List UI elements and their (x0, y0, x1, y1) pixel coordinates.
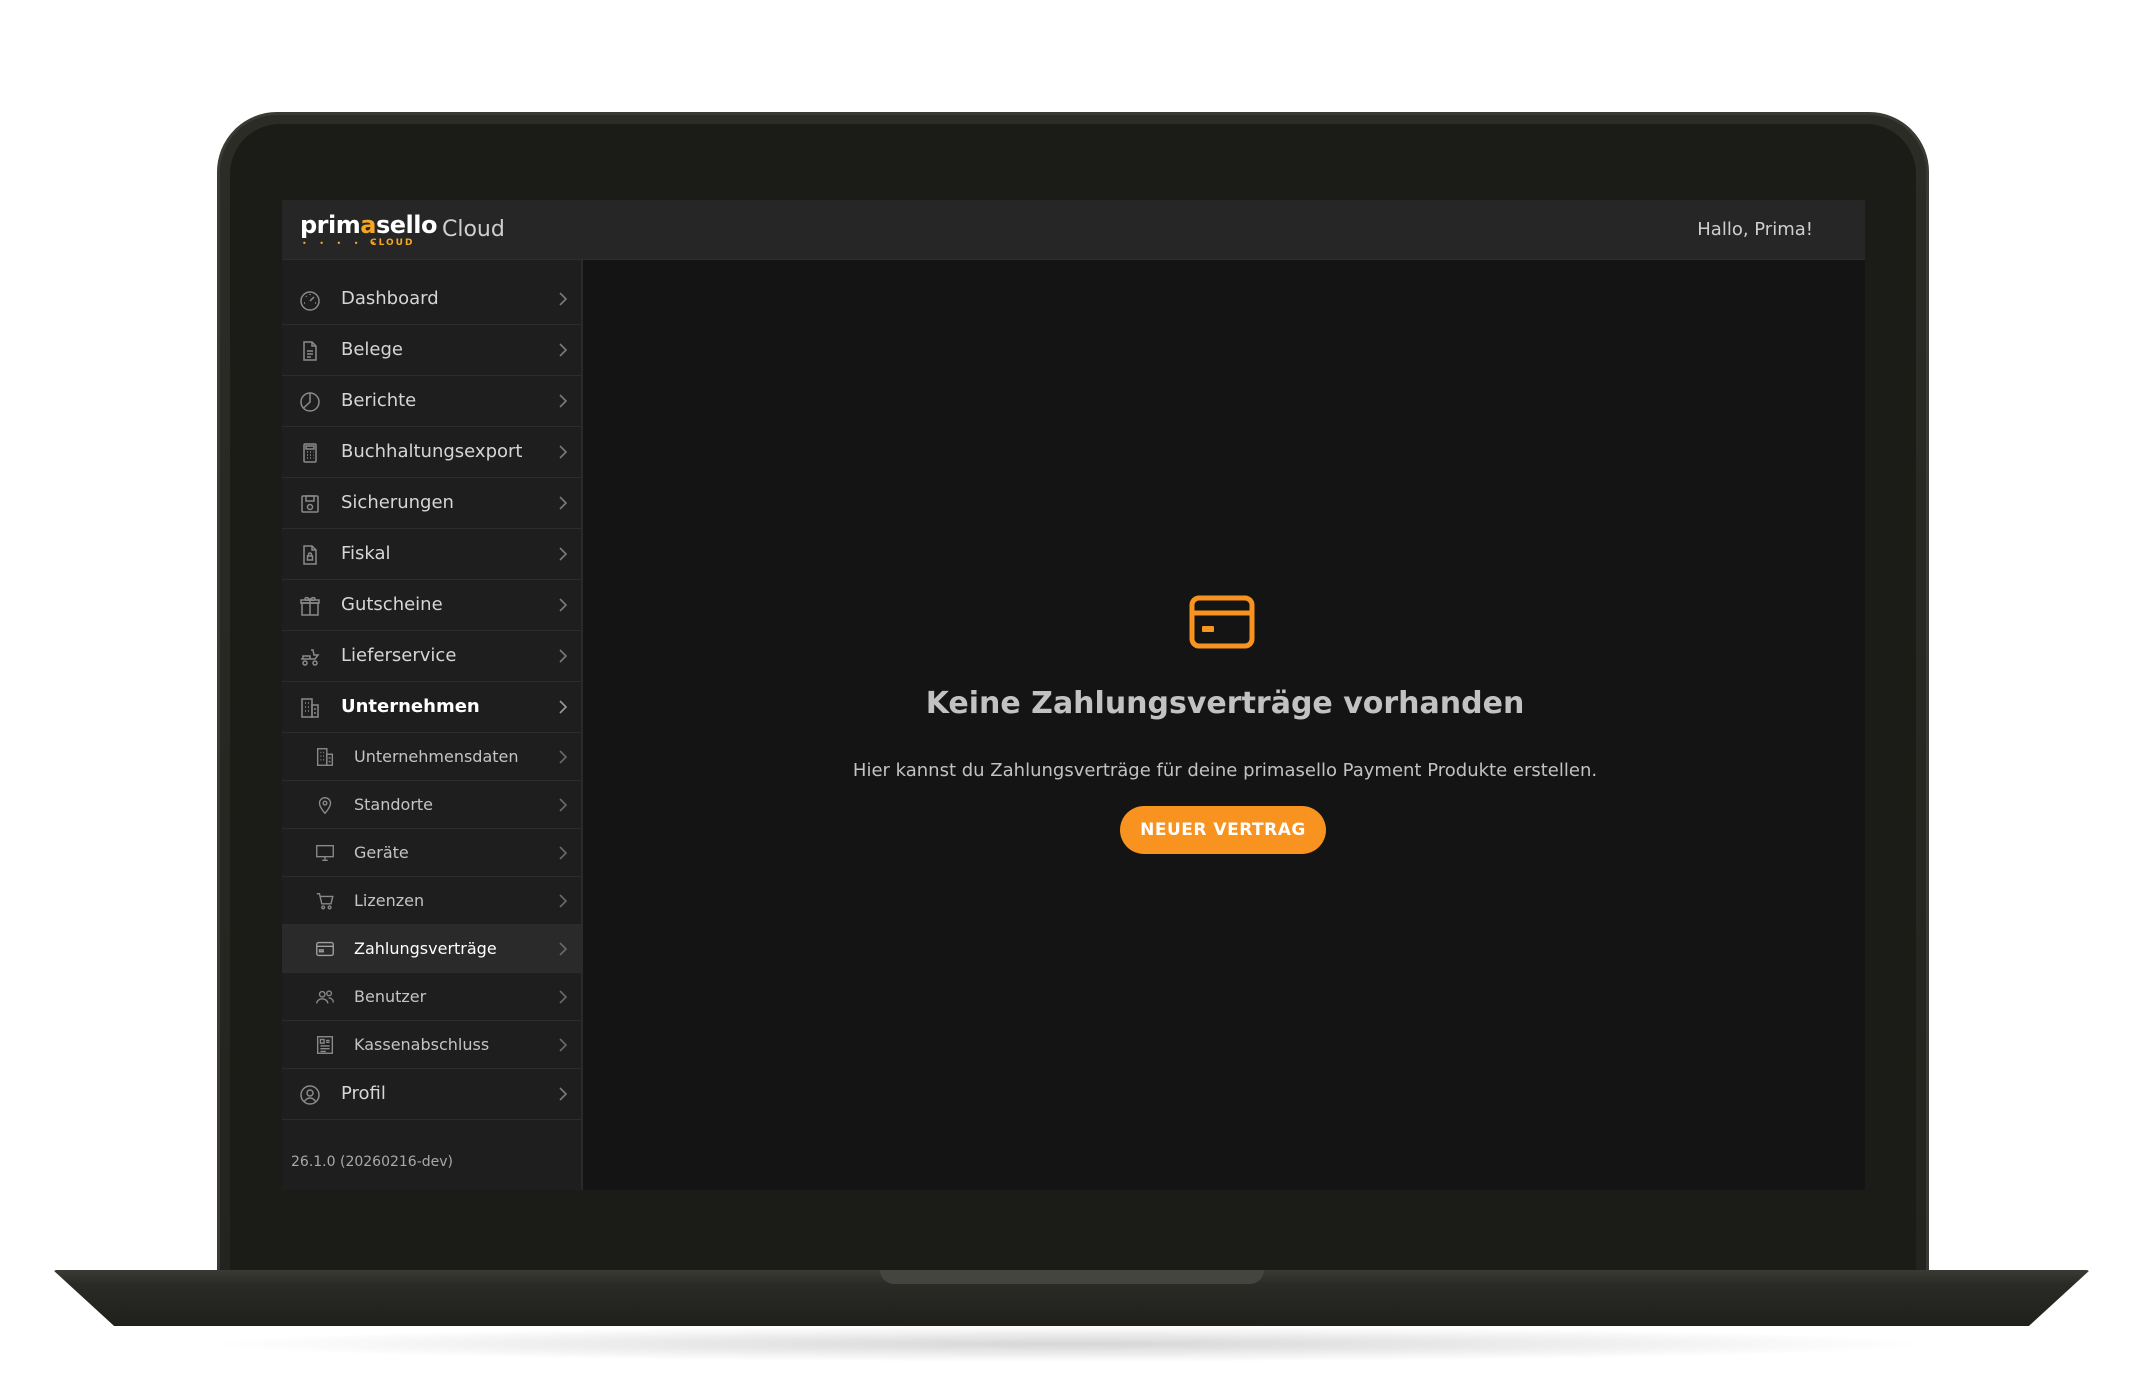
building-icon (316, 748, 334, 766)
chevron-right-icon (559, 649, 568, 663)
chevron-right-icon (559, 846, 568, 860)
report-icon (316, 1036, 334, 1054)
sidebar-item-label: Profil (341, 1083, 386, 1104)
chevron-right-icon (559, 1038, 568, 1052)
credit-card-icon (316, 941, 334, 957)
sidebar-item-label: Kassenabschluss (354, 1035, 490, 1054)
chevron-right-icon (559, 894, 568, 908)
chevron-right-icon (559, 343, 568, 357)
chevron-right-icon (559, 798, 568, 812)
sidebar-item-label: Unternehmensdaten (354, 747, 519, 766)
sidebar-item-label: Dashboard (341, 288, 439, 309)
chevron-right-icon (559, 990, 568, 1004)
sidebar-item-unternehmen[interactable]: Unternehmen (282, 682, 583, 733)
sidebar-item-label: Unternehmen (341, 696, 480, 717)
gauge-icon (300, 291, 320, 311)
sidebar-item-sicherungen[interactable]: Sicherungen (282, 478, 583, 529)
sidebar-item-dashboard[interactable]: Dashboard (282, 274, 583, 325)
calculator-icon (303, 443, 317, 463)
sidebar-subitem-lizenzen[interactable]: Lizenzen (282, 877, 583, 925)
sidebar-item-label: Gutscheine (341, 594, 443, 615)
main-content: Keine Zahlungsverträge vorhanden Hier ka… (585, 260, 1865, 1190)
sidebar-item-label: Fiskal (341, 543, 391, 564)
app-version: 26.1.0 (20260216-dev) (291, 1154, 453, 1170)
chevron-right-icon (559, 292, 568, 306)
top-bar: primasello • • • • • CLOUD Cloud Hallo, … (282, 200, 1865, 260)
chevron-right-icon (559, 1087, 568, 1101)
credit-card-icon (1189, 595, 1255, 649)
sidebar-item-berichte[interactable]: Berichte (282, 376, 583, 427)
sidebar-item-gutscheine[interactable]: Gutscheine (282, 580, 583, 631)
chevron-right-icon (559, 496, 568, 510)
chevron-right-icon (559, 547, 568, 561)
pie-chart-icon (300, 392, 320, 412)
gift-icon (300, 596, 320, 616)
chevron-right-icon (559, 394, 568, 408)
sidebar-item-lieferservice[interactable]: Lieferservice (282, 631, 583, 682)
sidebar-item-profil[interactable]: Profil (282, 1069, 583, 1120)
sidebar-subitem-zahlungsvertraege[interactable]: Zahlungsverträge (282, 925, 583, 973)
building-icon (301, 698, 319, 718)
app-title: Cloud (442, 217, 505, 242)
sidebar-item-label: Lieferservice (341, 645, 457, 666)
app-screen: primasello • • • • • CLOUD Cloud Hallo, … (282, 200, 1865, 1190)
location-pin-icon (318, 797, 332, 815)
sidebar-item-label: Standorte (354, 795, 434, 814)
sidebar-item-fiskal[interactable]: Fiskal (282, 529, 583, 580)
user-greeting[interactable]: Hallo, Prima! (1697, 219, 1813, 241)
sidebar-item-label: Geräte (354, 843, 409, 862)
sidebar-subitem-kassenabschluss[interactable]: Kassenabschluss (282, 1021, 583, 1069)
sidebar-item-label: Buchhaltungsexport (341, 441, 523, 462)
sidebar-item-buchhaltungsexport[interactable]: Buchhaltungsexport (282, 427, 583, 478)
chevron-right-icon (559, 598, 568, 612)
monitor-icon (316, 844, 334, 862)
brand-dots: • • • • • (302, 239, 381, 248)
laptop-shadow (200, 1326, 1940, 1362)
chevron-right-icon (559, 942, 568, 956)
document-icon (303, 341, 317, 361)
sidebar-subitem-unternehmensdaten[interactable]: Unternehmensdaten (282, 733, 583, 781)
empty-state-title: Keine Zahlungsverträge vorhanden (925, 686, 1525, 721)
save-icon (301, 495, 319, 513)
brand-logo[interactable]: primasello • • • • • CLOUD (300, 212, 437, 248)
chevron-right-icon (559, 750, 568, 764)
sidebar-subitem-benutzer[interactable]: Benutzer (282, 973, 583, 1021)
sidebar-item-label: Zahlungsverträge (354, 939, 497, 958)
sidebar-item-label: Sicherungen (341, 492, 454, 513)
chevron-right-icon (559, 445, 568, 459)
sidebar-subitem-geraete[interactable]: Geräte (282, 829, 583, 877)
sidebar-item-label: Benutzer (354, 987, 427, 1006)
sidebar-item-label: Belege (341, 339, 403, 360)
brand-wordmark: primasello (300, 211, 437, 239)
new-contract-button[interactable]: NEUER VERTRAG (1120, 806, 1326, 854)
laptop-notch (880, 1270, 1264, 1284)
user-circle-icon (300, 1085, 320, 1105)
sidebar-subitem-standorte[interactable]: Standorte (282, 781, 583, 829)
locked-document-icon (303, 545, 317, 565)
brand-subtitle: CLOUD (370, 238, 415, 248)
delivery-icon (301, 649, 320, 666)
chevron-right-icon (559, 700, 568, 714)
sidebar-item-label: Lizenzen (354, 891, 425, 910)
sidebar-item-belege[interactable]: Belege (282, 325, 583, 376)
cart-icon (316, 892, 334, 910)
sidebar-item-label: Berichte (341, 390, 417, 411)
sidebar: Dashboard Belege Berichte Buchhaltungsex… (282, 260, 583, 1190)
empty-state-description: Hier kannst du Zahlungsverträge für dein… (852, 760, 1598, 781)
users-icon (316, 990, 334, 1004)
